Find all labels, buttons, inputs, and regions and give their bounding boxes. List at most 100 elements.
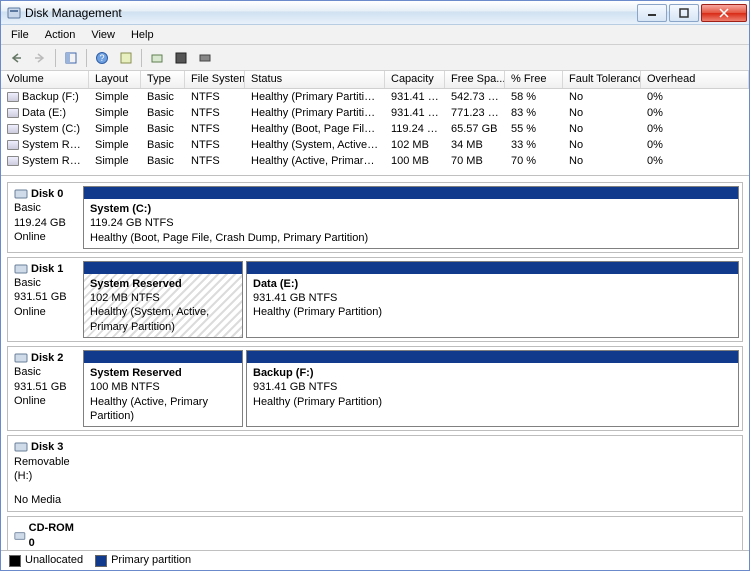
- volume-free: 771.23 GB: [445, 107, 505, 119]
- volume-name: System Reserved: [22, 139, 89, 151]
- show-hide-console-button[interactable]: [60, 47, 82, 69]
- volume-overhead: 0%: [641, 107, 749, 119]
- column-header-layout[interactable]: Layout: [89, 71, 141, 88]
- help-button[interactable]: ?: [91, 47, 113, 69]
- column-header-volume[interactable]: Volume: [1, 71, 89, 88]
- maximize-button[interactable]: [669, 4, 699, 22]
- partition-status: Healthy (Primary Partition): [253, 306, 382, 318]
- volume-fault: No: [563, 139, 641, 151]
- volume-overhead: 0%: [641, 123, 749, 135]
- toolbar: ?: [1, 45, 749, 71]
- disk-kind: Basic: [14, 201, 74, 215]
- partition-size: 119.24 GB NTFS: [90, 217, 174, 229]
- partition[interactable]: System (C:)119.24 GB NTFSHealthy (Boot, …: [83, 186, 739, 249]
- volume-name: Backup (F:): [22, 91, 79, 103]
- volume-free: 34 MB: [445, 139, 505, 151]
- disk-label: Disk 0Basic119.24 GBOnline: [8, 183, 80, 252]
- disk-row[interactable]: Disk 1Basic931.51 GBOnlineSystem Reserve…: [7, 257, 743, 342]
- partition[interactable]: Data (E:)931.41 GB NTFSHealthy (Primary …: [246, 261, 739, 338]
- partition-color-bar: [84, 187, 738, 199]
- volume-table-header: Volume Layout Type File System Status Ca…: [1, 71, 749, 89]
- disk-label: Disk 2Basic931.51 GBOnline: [8, 347, 80, 430]
- disk-state: Online: [14, 305, 74, 319]
- volume-row[interactable]: System ReservedSimpleBasicNTFSHealthy (A…: [1, 153, 749, 169]
- toolbar-separator: [86, 49, 87, 67]
- volume-status: Healthy (Boot, Page File, Crash Du...: [245, 123, 385, 135]
- close-button[interactable]: [701, 4, 747, 22]
- volume-layout: Simple: [89, 91, 141, 103]
- column-header-pctfree[interactable]: % Free: [505, 71, 563, 88]
- forward-button[interactable]: [29, 47, 51, 69]
- refresh-button[interactable]: [115, 47, 137, 69]
- volume-status: Healthy (Active, Primary Partition): [245, 155, 385, 167]
- volume-capacity: 931.41 GB: [385, 107, 445, 119]
- column-header-overhead[interactable]: Overhead: [641, 71, 749, 88]
- disk-kind: Basic: [14, 365, 74, 379]
- disk-icon: [14, 188, 28, 200]
- column-header-type[interactable]: Type: [141, 71, 185, 88]
- column-header-free[interactable]: Free Spa...: [445, 71, 505, 88]
- column-header-fault[interactable]: Fault Tolerance: [563, 71, 641, 88]
- menu-file[interactable]: File: [3, 27, 37, 43]
- column-header-capacity[interactable]: Capacity: [385, 71, 445, 88]
- partition[interactable]: System Reserved100 MB NTFSHealthy (Activ…: [83, 350, 243, 427]
- partition[interactable]: Backup (F:)931.41 GB NTFSHealthy (Primar…: [246, 350, 739, 427]
- volume-capacity: 119.24 GB: [385, 123, 445, 135]
- volume-type: Basic: [141, 139, 185, 151]
- app-icon: [7, 6, 21, 20]
- disk-graphical-view: Disk 0Basic119.24 GBOnlineSystem (C:)119…: [1, 175, 749, 550]
- titlebar: Disk Management: [1, 1, 749, 25]
- volume-overhead: 0%: [641, 139, 749, 151]
- volume-layout: Simple: [89, 139, 141, 151]
- volume-list: Backup (F:)SimpleBasicNTFSHealthy (Prima…: [1, 89, 749, 169]
- minimize-button[interactable]: [637, 4, 667, 22]
- volume-row[interactable]: System ReservedSimpleBasicNTFSHealthy (S…: [1, 137, 749, 153]
- menu-help[interactable]: Help: [123, 27, 162, 43]
- svg-text:?: ?: [99, 53, 104, 63]
- menu-view[interactable]: View: [83, 27, 123, 43]
- volume-pctfree: 55 %: [505, 123, 563, 135]
- disk-state: No Media: [14, 493, 74, 507]
- column-header-status[interactable]: Status: [245, 71, 385, 88]
- volume-pctfree: 83 %: [505, 107, 563, 119]
- volume-fault: No: [563, 123, 641, 135]
- disk-state: Online: [14, 394, 74, 408]
- volume-type: Basic: [141, 91, 185, 103]
- rescan-disks-button[interactable]: [146, 47, 168, 69]
- partition[interactable]: System Reserved102 MB NTFSHealthy (Syste…: [83, 261, 243, 338]
- volume-status: Healthy (Primary Partition): [245, 91, 385, 103]
- volume-row[interactable]: System (C:)SimpleBasicNTFSHealthy (Boot,…: [1, 121, 749, 137]
- disk-size: 931.51 GB: [14, 290, 74, 304]
- column-header-fs[interactable]: File System: [185, 71, 245, 88]
- properties-button[interactable]: [170, 47, 192, 69]
- attach-vhd-button[interactable]: [194, 47, 216, 69]
- disk-size: 931.51 GB: [14, 380, 74, 394]
- disk-kind: Basic: [14, 276, 74, 290]
- disk-row[interactable]: Disk 2Basic931.51 GBOnlineSystem Reserve…: [7, 346, 743, 431]
- partition-title: System Reserved: [90, 278, 182, 290]
- disk-icon: [14, 352, 28, 364]
- volume-fault: No: [563, 107, 641, 119]
- back-button[interactable]: [5, 47, 27, 69]
- volume-layout: Simple: [89, 123, 141, 135]
- volume-free: 65.57 GB: [445, 123, 505, 135]
- disk-size: 119.24 GB: [14, 216, 74, 230]
- disk-row[interactable]: Disk 3Removable (H:)No Media: [7, 435, 743, 512]
- partition-status: Healthy (Active, Primary Partition): [90, 396, 208, 422]
- volume-row[interactable]: Backup (F:)SimpleBasicNTFSHealthy (Prima…: [1, 89, 749, 105]
- partition-title: Data (E:): [253, 278, 298, 290]
- disk-row[interactable]: Disk 0Basic119.24 GBOnlineSystem (C:)119…: [7, 182, 743, 253]
- volume-capacity: 102 MB: [385, 139, 445, 151]
- legend-primary: Primary partition: [95, 554, 191, 566]
- volume-icon: [7, 140, 19, 150]
- menu-action[interactable]: Action: [37, 27, 84, 43]
- disk-kind: Removable (H:): [14, 455, 74, 484]
- volume-fs: NTFS: [185, 155, 245, 167]
- disk-partitions: System Reserved100 MB NTFSHealthy (Activ…: [80, 347, 742, 430]
- toolbar-separator: [141, 49, 142, 67]
- disk-row[interactable]: CD-ROM 0DVD (G:)No Media: [7, 516, 743, 550]
- volume-fs: NTFS: [185, 107, 245, 119]
- volume-free: 70 MB: [445, 155, 505, 167]
- disk-label: Disk 1Basic931.51 GBOnline: [8, 258, 80, 341]
- volume-row[interactable]: Data (E:)SimpleBasicNTFSHealthy (Primary…: [1, 105, 749, 121]
